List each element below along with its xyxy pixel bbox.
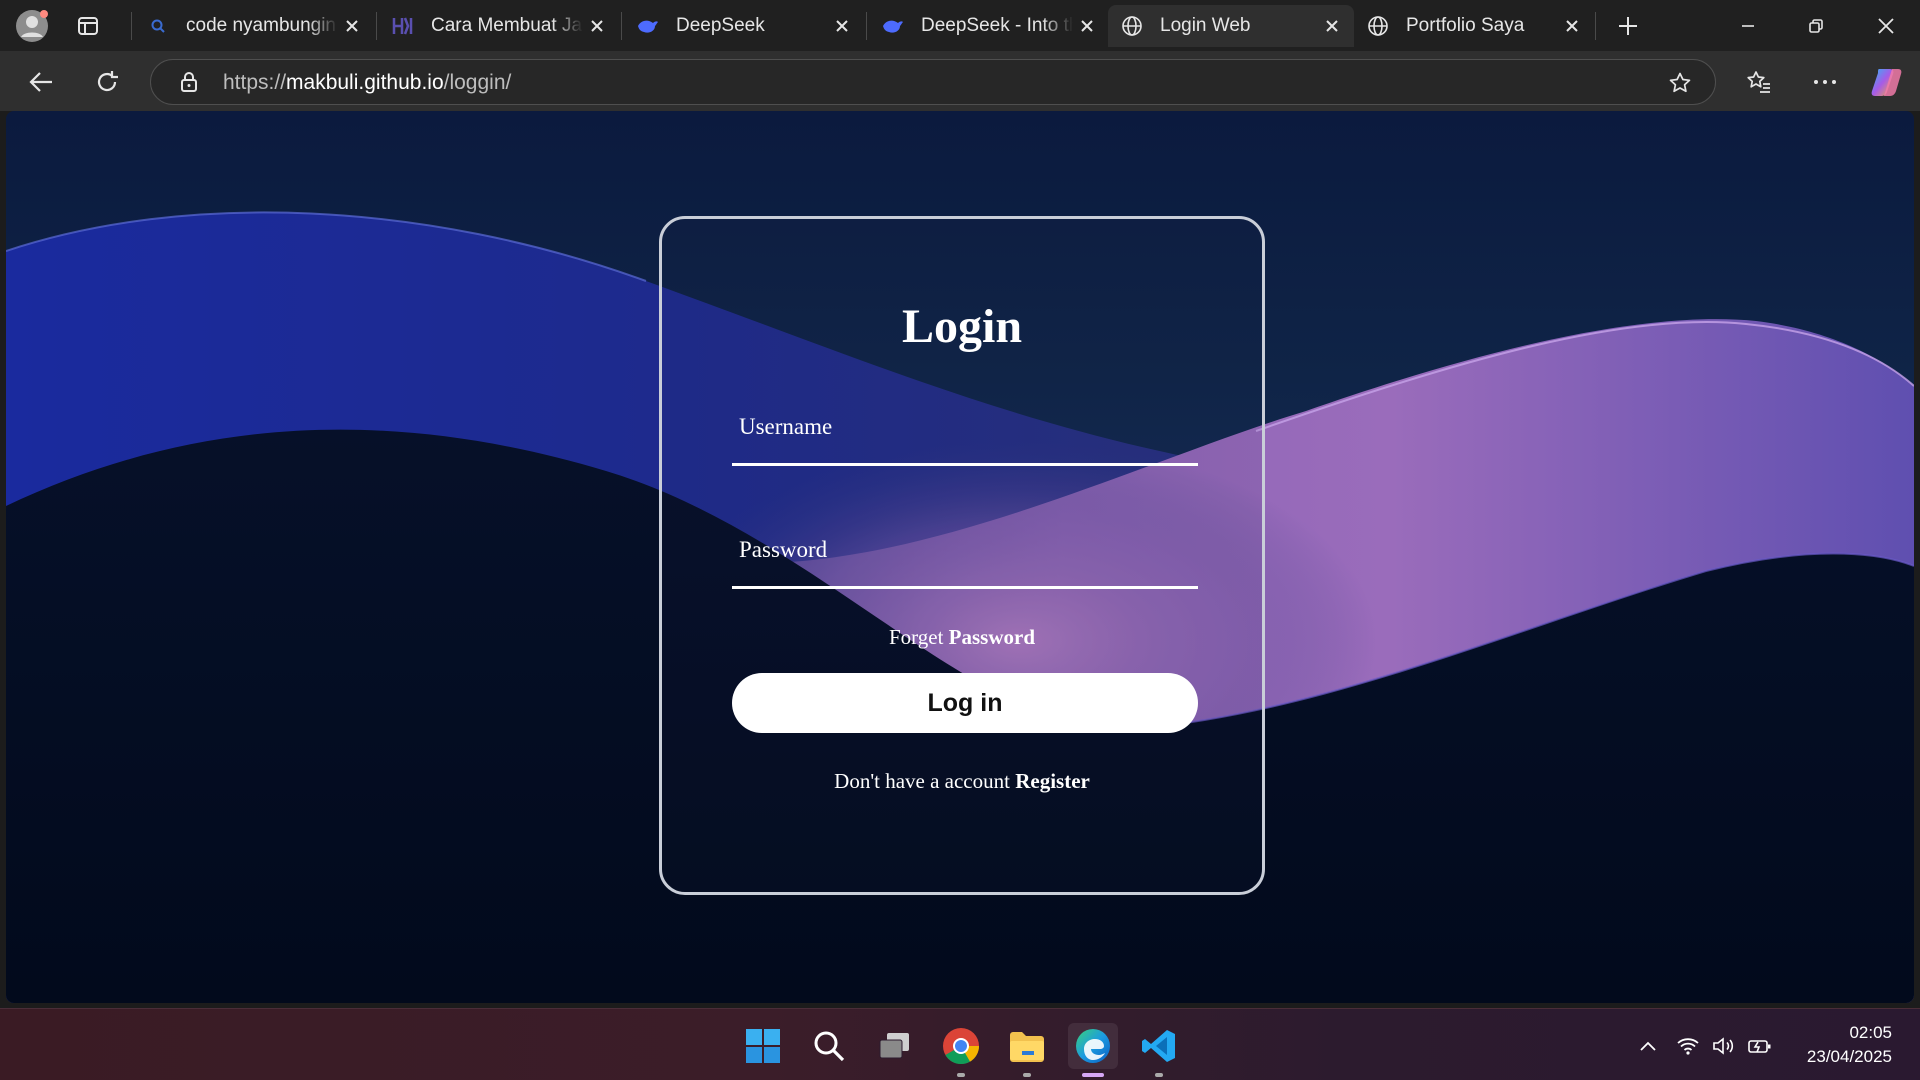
minimize-icon[interactable] — [1730, 10, 1766, 42]
tab-title: DeepSeek — [676, 15, 765, 36]
favorite-star-icon[interactable] — [1667, 70, 1693, 96]
register-prompt: Don't have a account Register — [662, 769, 1262, 794]
lock-icon[interactable] — [177, 70, 201, 94]
vscode-icon[interactable] — [1136, 1023, 1182, 1077]
search-icon[interactable] — [806, 1023, 852, 1069]
running-indicator — [1155, 1073, 1163, 1077]
address-bar[interactable]: https://makbuli.github.io/loggin/ — [150, 59, 1716, 105]
browser-tab-strip: code nyambungin j Cara Membuat Java Deep… — [0, 0, 1920, 51]
tab-close-icon[interactable] — [830, 14, 854, 38]
windows-taskbar: 02:05 23/04/2025 — [0, 1008, 1920, 1080]
wifi-icon[interactable] — [1670, 1023, 1706, 1069]
running-indicator — [957, 1073, 965, 1077]
forget-prefix: Forget — [888, 625, 944, 649]
login-title: Login — [901, 300, 1023, 353]
task-view-icon[interactable] — [872, 1023, 918, 1069]
active-indicator — [1082, 1073, 1104, 1077]
password-field[interactable]: Password — [732, 527, 1198, 589]
tab-separator — [866, 12, 867, 40]
clock-time: 02:05 — [1849, 1023, 1892, 1042]
tab-cara-membuat-java[interactable]: Cara Membuat Java — [379, 5, 619, 47]
tab-portfolio-saya[interactable]: Portfolio Saya — [1354, 5, 1594, 47]
url-text[interactable]: https://makbuli.github.io/loggin/ — [223, 71, 511, 95]
deepseek-favicon-icon — [881, 14, 905, 38]
web-page-viewport: Login Username Password Forget Password … — [6, 111, 1914, 1003]
deepseek-favicon-icon — [636, 14, 660, 38]
forget-password-link[interactable]: Forget Password — [662, 625, 1262, 650]
clock-date: 23/04/2025 — [1806, 1047, 1892, 1066]
globe-icon — [1120, 14, 1144, 38]
url-scheme: https:// — [223, 71, 287, 94]
tab-separator — [376, 12, 377, 40]
tab-title: Cara Membuat Java — [431, 15, 583, 36]
search-favicon-icon — [146, 14, 170, 38]
globe-icon — [1366, 14, 1390, 38]
register-link[interactable]: Register — [1015, 769, 1090, 793]
restore-icon[interactable] — [1798, 10, 1834, 42]
refresh-icon[interactable] — [90, 65, 124, 99]
chrome-icon[interactable] — [938, 1023, 984, 1077]
tab-close-icon[interactable] — [1560, 14, 1584, 38]
tab-actions-icon[interactable] — [74, 12, 102, 40]
tab-separator — [621, 12, 622, 40]
show-hidden-icons-chevron-icon[interactable] — [1630, 1023, 1666, 1069]
tab-title: Portfolio Saya — [1406, 15, 1525, 36]
forget-password-bold: Password — [948, 625, 1036, 649]
browser-toolbar: https://makbuli.github.io/loggin/ — [0, 51, 1920, 111]
site-favicon-icon — [391, 14, 415, 38]
tab-deepseek-into-the[interactable]: DeepSeek - Into the — [869, 5, 1109, 47]
tab-deepseek[interactable]: DeepSeek — [624, 5, 864, 47]
copilot-icon[interactable] — [1868, 63, 1906, 101]
more-options-icon[interactable] — [1808, 65, 1842, 99]
close-window-icon[interactable] — [1868, 10, 1904, 42]
tab-login-web[interactable]: Login Web — [1108, 5, 1354, 47]
tab-separator — [131, 12, 132, 40]
edge-icon[interactable] — [1068, 1023, 1118, 1077]
file-explorer-icon[interactable] — [1004, 1023, 1050, 1077]
login-card: Login Username Password Forget Password … — [659, 216, 1265, 895]
tab-close-icon[interactable] — [585, 14, 609, 38]
running-indicator — [1023, 1073, 1031, 1077]
windows-start-icon[interactable] — [740, 1023, 786, 1069]
tab-code-nyambungin[interactable]: code nyambungin j — [134, 5, 374, 47]
new-tab-plus-icon[interactable] — [1612, 10, 1644, 42]
login-button[interactable]: Log in — [732, 673, 1198, 733]
username-label: Username — [739, 414, 833, 439]
tab-title: Login Web — [1160, 15, 1251, 36]
volume-icon[interactable] — [1706, 1023, 1742, 1069]
battery-charging-icon[interactable] — [1742, 1023, 1778, 1069]
system-clock[interactable]: 02:05 23/04/2025 — [1807, 1021, 1892, 1069]
tab-close-icon[interactable] — [1320, 14, 1344, 38]
username-field[interactable]: Username — [732, 404, 1198, 466]
tab-separator — [1595, 12, 1596, 40]
register-prefix: Don't have a account — [834, 769, 1010, 793]
url-host: makbuli.github.io — [286, 71, 444, 94]
back-arrow-icon[interactable] — [24, 65, 58, 99]
tab-close-icon[interactable] — [1075, 14, 1099, 38]
tab-close-icon[interactable] — [340, 14, 364, 38]
tab-title: DeepSeek - Into the — [921, 15, 1073, 36]
password-label: Password — [739, 537, 828, 562]
favorites-list-icon[interactable] — [1742, 65, 1776, 99]
profile-avatar[interactable] — [12, 6, 52, 46]
url-path: /loggin/ — [443, 71, 512, 94]
tab-title: code nyambungin j — [186, 15, 338, 36]
